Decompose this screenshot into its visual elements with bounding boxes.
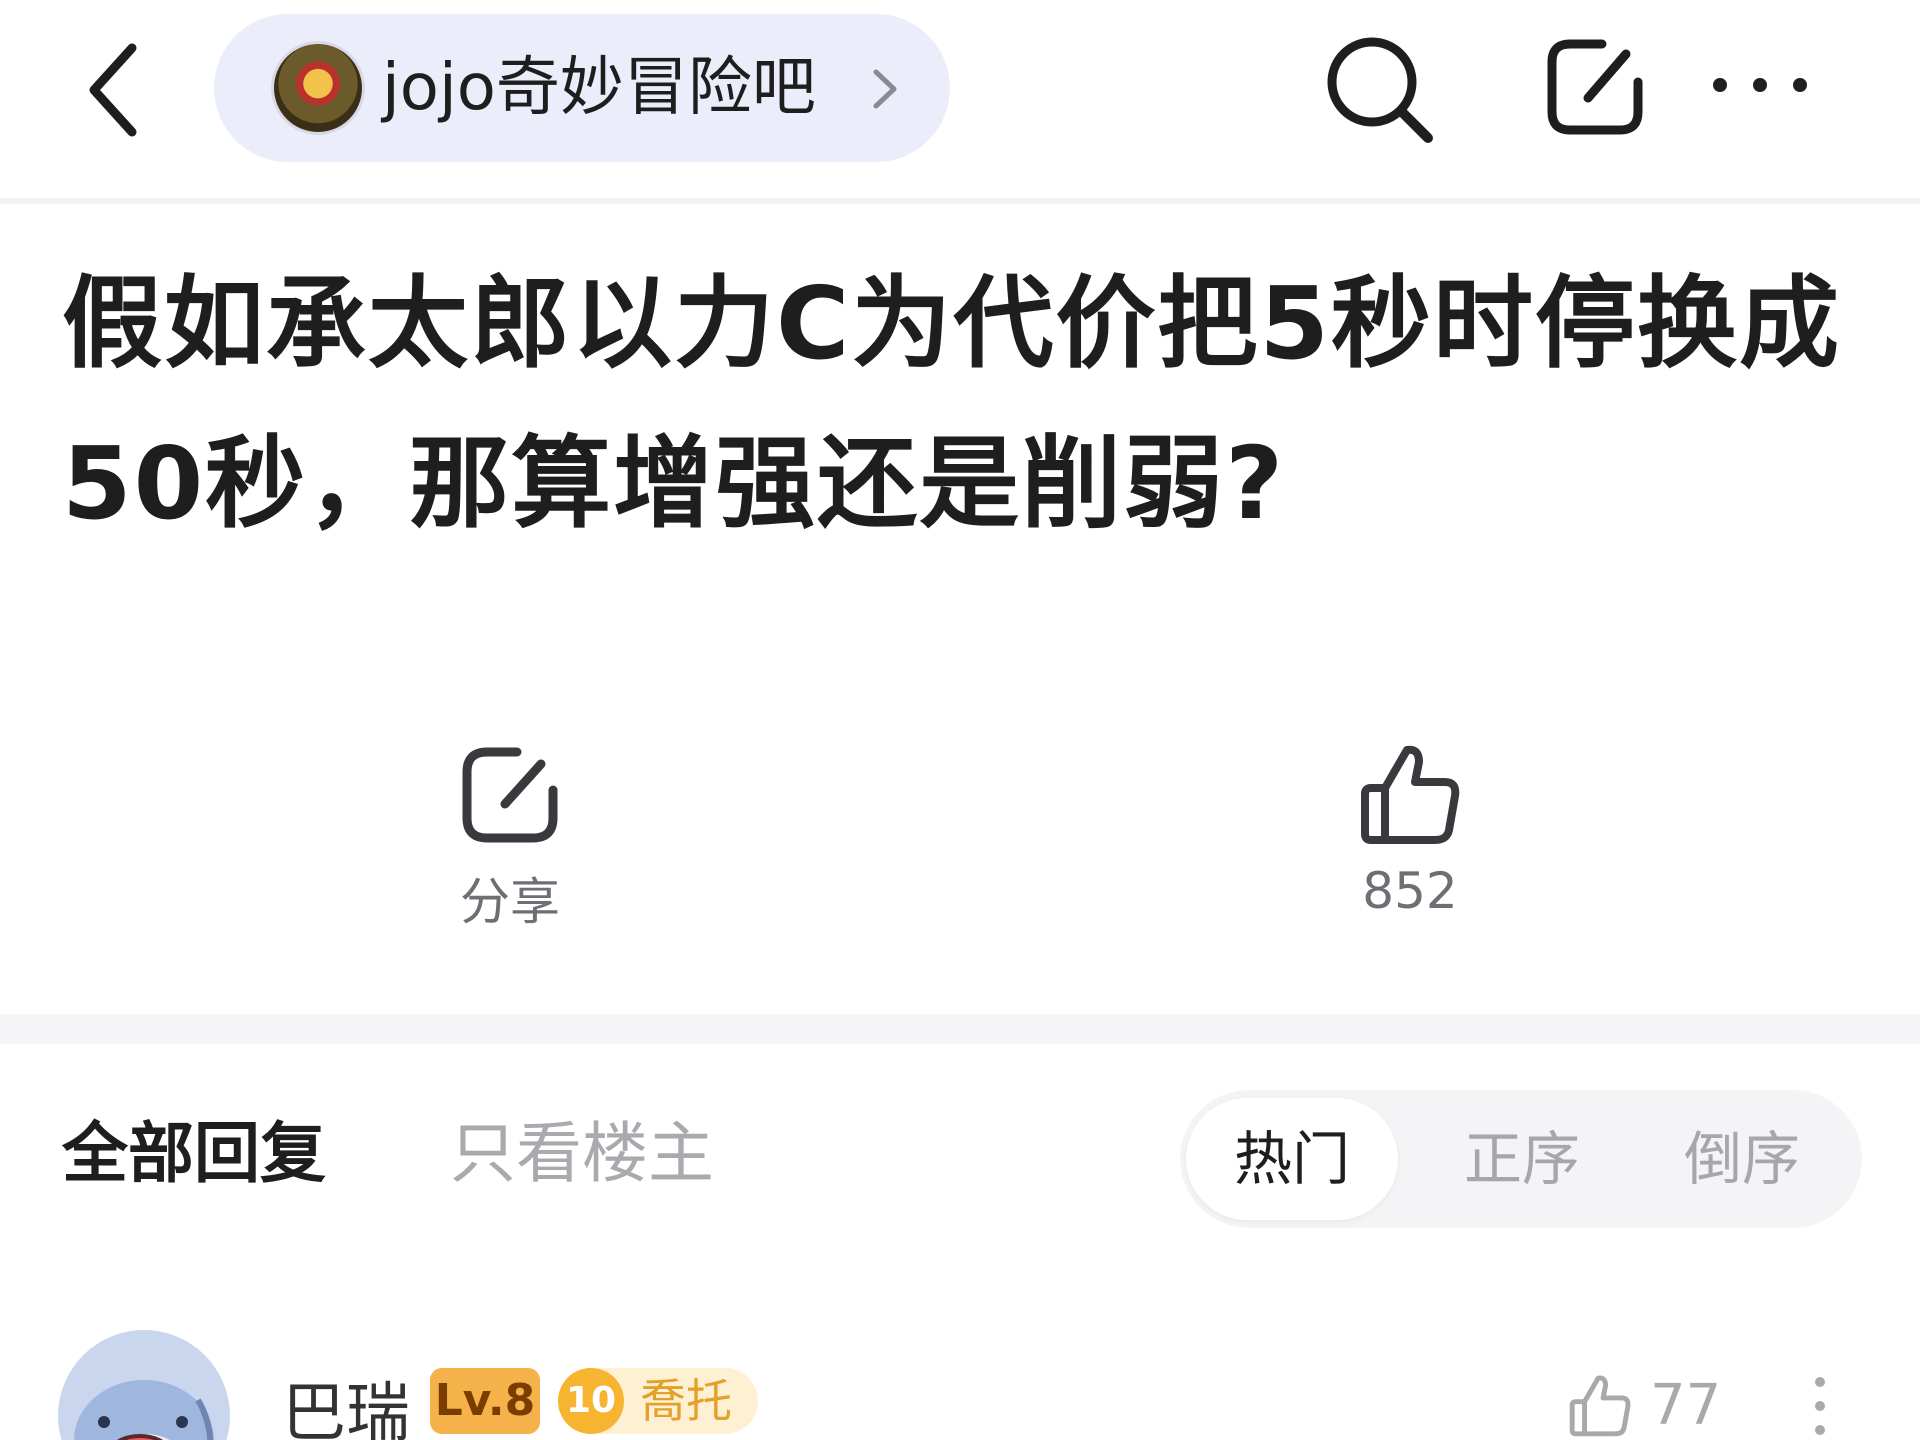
share-action[interactable]: 分享 [420,740,600,934]
more-horizontal-icon [1713,78,1807,92]
share-icon [1547,39,1643,135]
reply-like-button[interactable]: 77 [1560,1372,1730,1440]
sort-hot-button[interactable]: 热门 [1186,1098,1398,1220]
reply-more-button[interactable] [1800,1372,1840,1440]
section-divider [0,1014,1920,1044]
dolphin-avatar-icon [74,1380,214,1440]
sort-ascending-button[interactable]: 正序 [1416,1098,1628,1220]
like-count: 852 [1362,862,1458,920]
more-button[interactable] [1700,60,1820,110]
thumbs-up-icon [1569,1375,1631,1437]
reply-username[interactable]: 巴瑞 [282,1362,410,1440]
forum-avatar [274,44,362,132]
search-button[interactable] [1320,30,1440,150]
sort-descending-button[interactable]: 倒序 [1636,1098,1848,1220]
top-nav-bar: jojo奇妙冒险吧 [0,0,1920,200]
sort-toggle-group: 热门 正序 倒序 [1180,1090,1862,1228]
chevron-left-icon [89,43,137,137]
title-badge-text: 喬托 [640,1374,732,1428]
more-vertical-icon [1815,1377,1825,1435]
reply-like-count: 77 [1650,1373,1722,1438]
level-badge: Lv.8 [430,1368,540,1434]
tab-op-only[interactable]: 只看楼主 [450,1100,714,1196]
post-detail-page: jojo奇妙冒险吧 假如承太郎以力C为代价把5秒时停换成50秒，那算增强还是削弱… [0,0,1920,1440]
back-button[interactable] [70,38,160,138]
forum-name: jojo奇妙冒险吧 [382,51,816,125]
header-divider [0,198,1920,204]
like-action[interactable]: 852 [1320,740,1500,920]
title-badge: 10 喬托 [558,1368,758,1434]
chevron-right-icon [873,69,897,109]
share-button-top[interactable] [1540,32,1650,142]
thumbs-up-icon [1361,745,1460,844]
share-label: 分享 [460,873,560,931]
search-icon [1327,37,1433,143]
title-badge-level: 10 [558,1368,624,1434]
tab-all-replies[interactable]: 全部回复 [62,1100,326,1196]
share-icon [462,747,558,843]
forum-link[interactable]: jojo奇妙冒险吧 [214,14,950,162]
post-title: 假如承太郎以力C为代价把5秒时停换成50秒，那算增强还是削弱? [62,265,1841,542]
avatar[interactable] [58,1330,230,1440]
